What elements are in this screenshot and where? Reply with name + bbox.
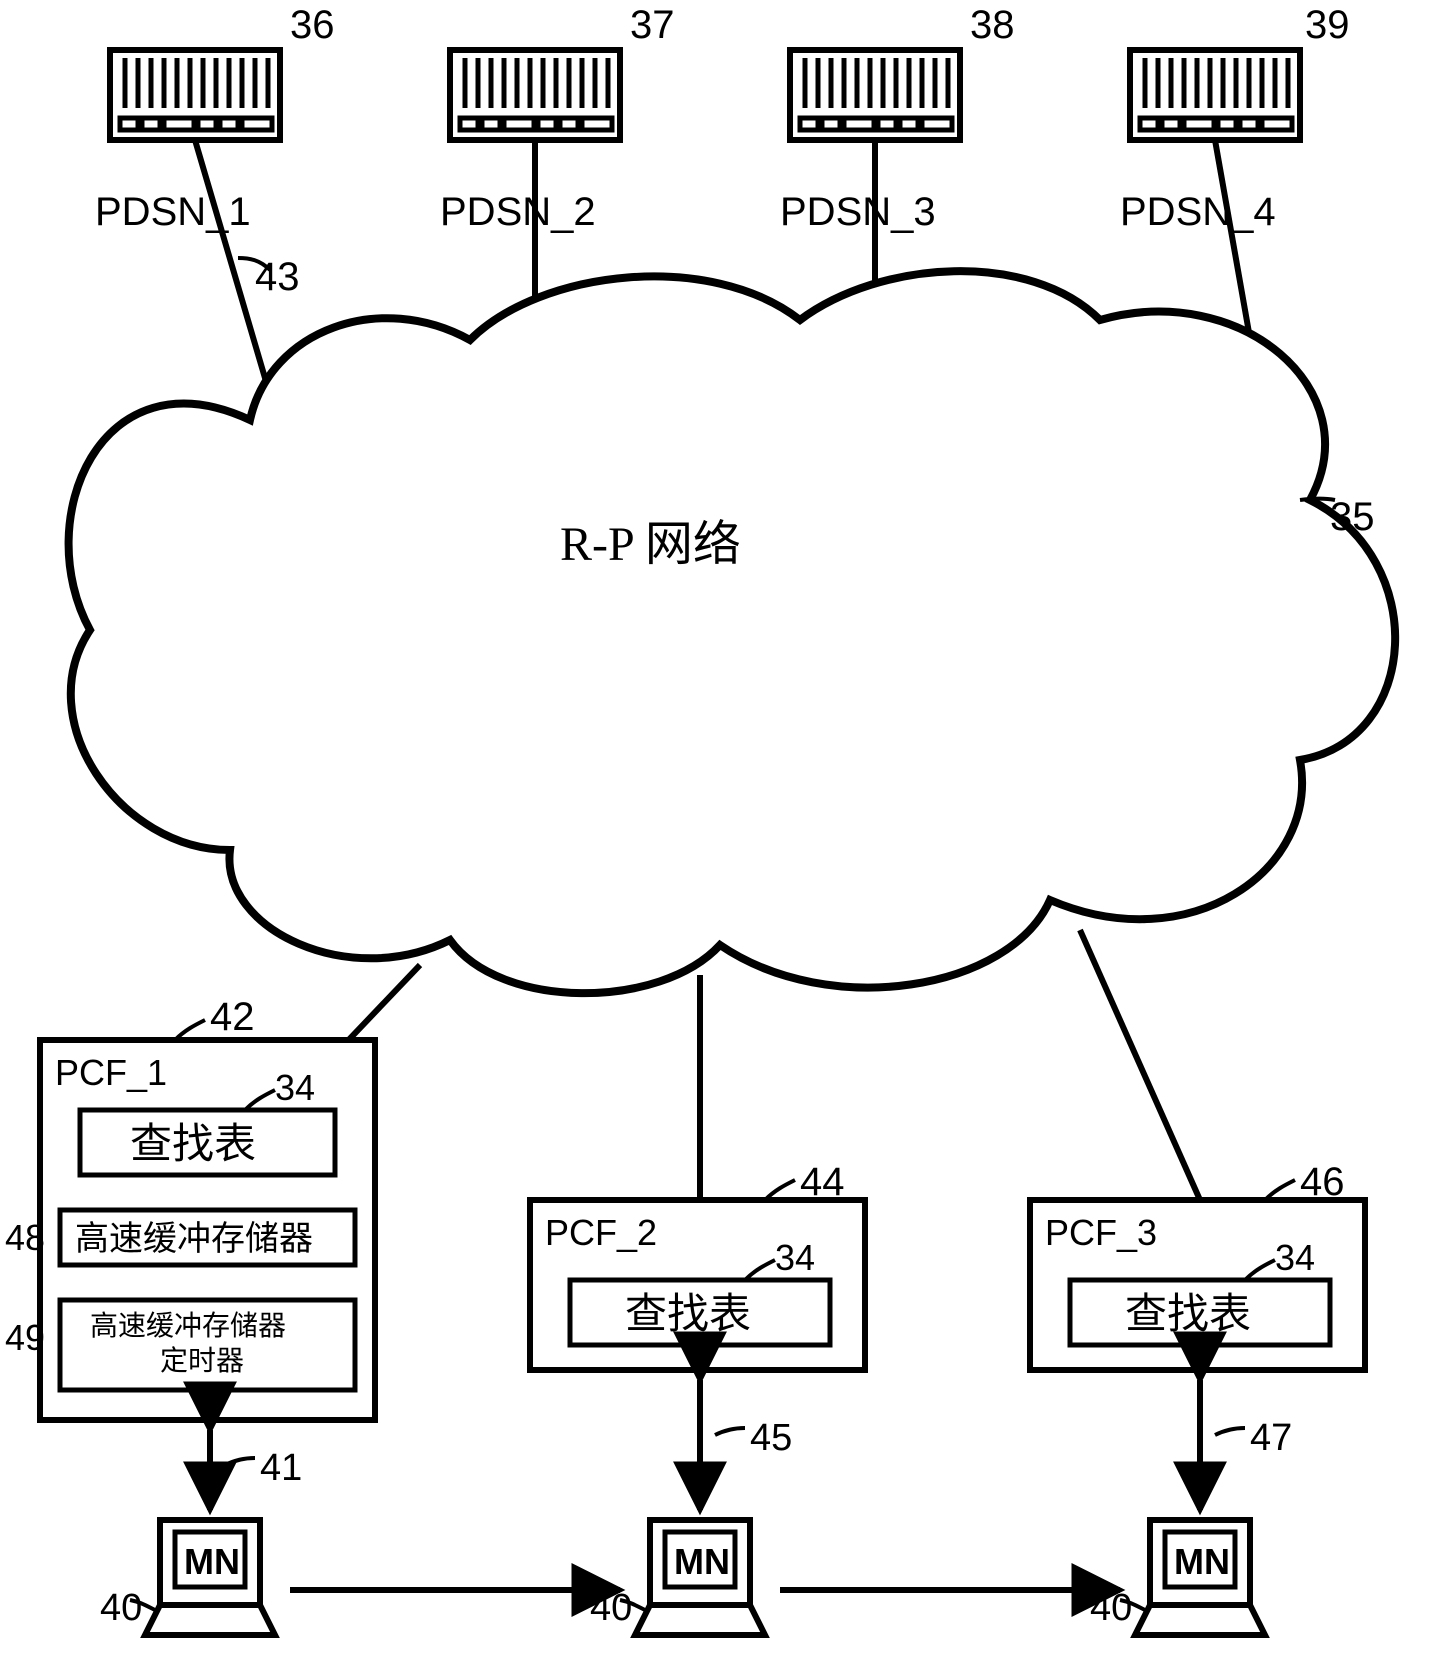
cloud-label: R-P 网络	[560, 518, 741, 571]
link-mn1-num: 41	[260, 1447, 302, 1489]
pcf-3-lookup: 查找表	[1125, 1292, 1251, 1338]
pcf-1-timer-l2: 定时器	[160, 1345, 244, 1377]
mn-3-num: 40	[1090, 1587, 1132, 1629]
leader-35	[1300, 499, 1335, 501]
pcf-1-timernum: 49	[5, 1317, 45, 1358]
link-mn2-num: 45	[750, 1417, 792, 1459]
server-3-label: PDSN_3	[780, 190, 936, 234]
link-mn3-num: 47	[1250, 1417, 1292, 1459]
mn-2: MN 40	[590, 1520, 765, 1635]
pcf-1-lookup: 查找表	[130, 1122, 256, 1168]
server-4-num: 39	[1305, 3, 1350, 47]
server-3: 38 PDSN_3	[780, 3, 1015, 234]
cloud-icon	[69, 271, 1396, 993]
pcf-2-num: 44	[800, 1160, 845, 1204]
server-4: 39 PDSN_4	[1120, 3, 1350, 234]
mn-2-num: 40	[590, 1587, 632, 1629]
pcf-1-cachenum: 48	[5, 1217, 45, 1258]
server-1-label: PDSN_1	[95, 190, 251, 234]
server-2-num: 37	[630, 3, 675, 47]
server-2-label: PDSN_2	[440, 190, 596, 234]
pcf-2-lookup: 查找表	[625, 1292, 751, 1338]
pcf-1-tablenum: 34	[275, 1067, 315, 1108]
link-pcf3	[1080, 930, 1200, 1200]
cloud-num: 35	[1330, 495, 1375, 539]
pcf-1-num: 42	[210, 995, 255, 1039]
mn-2-label: MN	[674, 1541, 730, 1582]
pcf-1-name: PCF_1	[55, 1052, 167, 1093]
server-2: 37 PDSN_2	[440, 3, 675, 234]
mn-1: MN 40	[100, 1520, 275, 1635]
pcf-1-cache: 高速缓冲存储器	[75, 1220, 313, 1258]
leader-41	[225, 1458, 255, 1465]
mn-3: MN 40	[1090, 1520, 1265, 1635]
link-num-43: 43	[255, 255, 300, 299]
pcf-3-num: 46	[1300, 1160, 1345, 1204]
leader-45	[715, 1428, 745, 1435]
server-1-num: 36	[290, 3, 335, 47]
server-4-label: PDSN_4	[1120, 190, 1276, 234]
pcf-3-tablenum: 34	[1275, 1237, 1315, 1278]
server-3-num: 38	[970, 3, 1015, 47]
pcf-3-name: PCF_3	[1045, 1212, 1157, 1253]
pcf-1-timer-l1: 高速缓冲存储器	[90, 1310, 286, 1342]
pcf-2-name: PCF_2	[545, 1212, 657, 1253]
mn-1-label: MN	[184, 1541, 240, 1582]
pcf-2-tablenum: 34	[775, 1237, 815, 1278]
pcf-1: PCF_1 42 查找表 34 高速缓冲存储器 48 高速缓冲存储器 定时器 4…	[5, 995, 375, 1420]
mn-3-label: MN	[1174, 1541, 1230, 1582]
leader-47	[1215, 1428, 1245, 1435]
mn-1-num: 40	[100, 1587, 142, 1629]
